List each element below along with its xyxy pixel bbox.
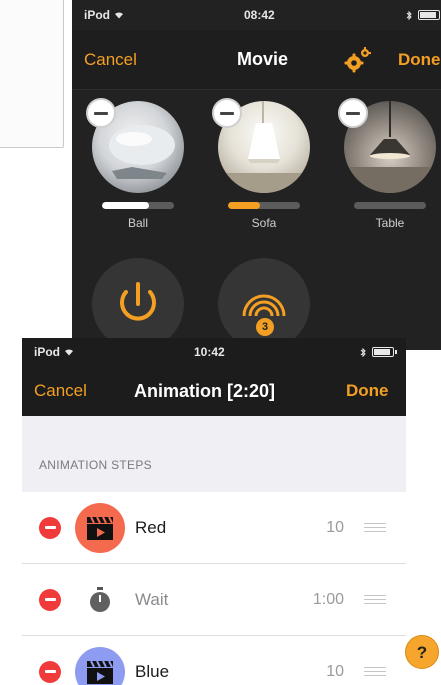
status-time: 08:42 bbox=[244, 8, 275, 22]
reorder-handle[interactable] bbox=[364, 522, 386, 533]
bluetooth-icon bbox=[406, 10, 412, 20]
ball-level-bar[interactable] bbox=[102, 202, 174, 209]
animation-step-row[interactable]: Red 10 bbox=[22, 492, 406, 564]
section-spacer bbox=[22, 416, 406, 456]
step-icon-blue bbox=[75, 646, 125, 685]
animation-nav-bar: Cancel Animation [2:20] Done bbox=[22, 366, 406, 416]
section-header: ANIMATION STEPS bbox=[39, 458, 152, 472]
step-duration[interactable]: 10 bbox=[326, 519, 344, 537]
wifi-icon bbox=[65, 349, 73, 356]
background-card bbox=[0, 0, 64, 148]
battery-icon bbox=[418, 10, 440, 20]
carrier-label: iPod bbox=[84, 8, 110, 22]
cancel-button[interactable]: Cancel bbox=[84, 50, 137, 70]
lamp-label-table: Table bbox=[375, 216, 405, 230]
scene-count-badge: 3 bbox=[256, 318, 274, 336]
remove-table-button[interactable] bbox=[338, 98, 368, 128]
done-button[interactable]: Done bbox=[346, 381, 389, 401]
step-duration[interactable]: 1:00 bbox=[313, 591, 344, 609]
help-button[interactable]: ? bbox=[405, 635, 439, 669]
delete-step-button[interactable] bbox=[39, 588, 61, 611]
animation-screen: iPod 10:42 Cancel Animation [2:20] Done … bbox=[22, 338, 406, 685]
step-duration[interactable]: 10 bbox=[326, 663, 344, 681]
done-button[interactable]: Done bbox=[398, 50, 441, 70]
movie-nav-bar: Cancel Movie Done bbox=[72, 30, 441, 90]
step-name: Red bbox=[135, 517, 167, 537]
power-icon bbox=[120, 282, 156, 321]
power-button[interactable] bbox=[92, 258, 184, 350]
reorder-handle[interactable] bbox=[364, 666, 386, 677]
wifi-icon bbox=[115, 12, 123, 19]
page-title: Movie bbox=[237, 49, 289, 69]
cancel-button[interactable]: Cancel bbox=[34, 381, 87, 401]
animation-step-row[interactable]: Blue 10 bbox=[22, 636, 406, 685]
carrier-label: iPod bbox=[34, 345, 60, 359]
table-level-bar[interactable] bbox=[354, 202, 426, 209]
remove-sofa-button[interactable] bbox=[212, 98, 242, 128]
delete-step-button[interactable] bbox=[39, 660, 61, 683]
step-icon-wait bbox=[75, 575, 125, 625]
movie-screen: iPod 08:42 Cancel Movie Done Ball Sofa T… bbox=[72, 0, 441, 350]
bluetooth-icon bbox=[360, 347, 366, 357]
remove-ball-button[interactable] bbox=[86, 98, 116, 128]
lamp-label-sofa: Sofa bbox=[251, 216, 277, 230]
animation-step-row[interactable]: Wait 1:00 bbox=[22, 564, 406, 636]
page-title: Animation [2:20] bbox=[134, 380, 276, 401]
reorder-handle[interactable] bbox=[364, 594, 386, 605]
battery-icon bbox=[372, 347, 397, 357]
scene-broadcast-icon bbox=[242, 294, 286, 317]
status-bar: iPod 10:42 bbox=[22, 338, 406, 366]
status-bar: iPod 08:42 bbox=[72, 0, 441, 30]
clapperboard-icon bbox=[87, 516, 113, 540]
step-name: Blue bbox=[135, 661, 170, 681]
status-time: 10:42 bbox=[194, 345, 225, 359]
delete-step-button[interactable] bbox=[39, 516, 61, 539]
clapperboard-icon bbox=[87, 660, 113, 684]
step-name: Wait bbox=[135, 589, 169, 609]
scene-button[interactable]: 3 bbox=[218, 258, 310, 350]
screenshot-stage: iPod 08:42 Cancel Movie Done Ball Sofa T… bbox=[0, 0, 441, 685]
step-icon-red bbox=[75, 502, 125, 553]
lamp-label-ball: Ball bbox=[127, 216, 148, 230]
gear-icon[interactable] bbox=[344, 46, 372, 74]
sofa-level-bar[interactable] bbox=[228, 202, 300, 209]
stopwatch-icon bbox=[90, 586, 110, 612]
